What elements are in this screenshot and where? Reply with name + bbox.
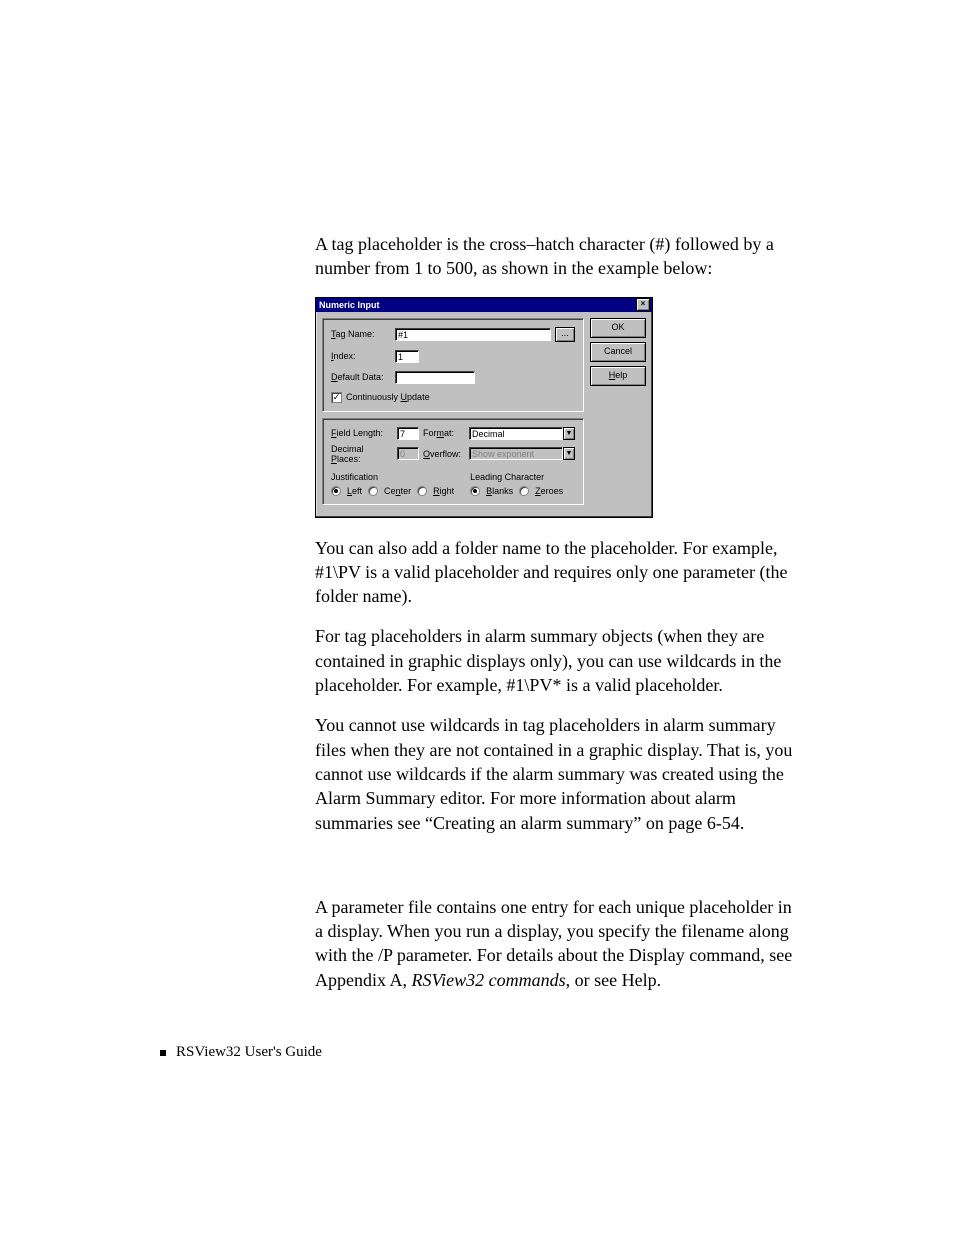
continuously-update-checkbox[interactable]: ✓ [331,392,342,403]
paragraph-4: You cannot use wildcards in tag placehol… [315,713,795,834]
field-length-field[interactable]: 7 [397,427,419,440]
para5-post: , or see Help. [566,970,661,990]
para5-italic: RSView32 commands [412,970,566,990]
page-footer: RSView32 User's Guide [160,1044,322,1061]
dialog-title: Numeric Input [319,300,380,310]
browse-button[interactable]: ... [555,327,575,342]
decimal-places-label: Decimal Places: [331,444,393,464]
ok-button[interactable]: OK [590,318,646,338]
paragraph-3: For tag placeholders in alarm summary ob… [315,624,795,697]
index-field[interactable]: 1 [395,350,419,363]
tag-name-label: Tag Name: [331,329,391,339]
titlebar: Numeric Input × [316,298,652,312]
help-button[interactable]: Help [590,366,646,386]
continuously-update-label: Continuously Update [346,392,430,402]
leading-zeroes-radio[interactable] [519,486,529,496]
paragraph-2: You can also add a folder name to the pl… [315,536,795,609]
overflow-label: Overflow: [423,449,465,459]
chevron-down-icon: ▼ [563,447,575,460]
numeric-input-dialog: Numeric Input × Tag Name: #1 ... Index: … [315,297,653,518]
justify-right-radio[interactable] [417,486,427,496]
paragraph-5: A parameter file contains one entry for … [315,895,795,992]
justify-left-label: Left [347,486,362,496]
leading-blanks-radio[interactable] [470,486,480,496]
leading-blanks-label: Blanks [486,486,513,496]
default-data-field[interactable] [395,371,475,384]
bottom-panel: Field Length: 7 Format: Decimal ▼ Decima… [322,418,584,505]
leading-zeroes-label: Zeroes [535,486,563,496]
index-label: Index: [331,351,391,361]
justify-center-label: Center [384,486,411,496]
overflow-select: Show exponent [469,447,563,460]
top-panel: Tag Name: #1 ... Index: 1 Default Data: … [322,318,584,412]
format-label: Format: [423,428,465,438]
justify-center-radio[interactable] [368,486,378,496]
justify-left-radio[interactable] [331,486,341,496]
decimal-places-field: 0 [397,447,419,460]
bullet-icon [160,1050,166,1056]
field-length-label: Field Length: [331,428,393,438]
footer-text: RSView32 User's Guide [176,1044,322,1061]
cancel-button[interactable]: Cancel [590,342,646,362]
justify-right-label: Right [433,486,454,496]
close-icon[interactable]: × [636,298,650,311]
chevron-down-icon[interactable]: ▼ [563,427,575,440]
justification-label: Justification [331,472,454,482]
leading-character-label: Leading Character [470,472,563,482]
tag-name-field[interactable]: #1 [395,328,551,341]
format-select[interactable]: Decimal [469,427,563,440]
intro-paragraph: A tag placeholder is the cross–hatch cha… [315,232,795,281]
default-data-label: Default Data: [331,372,391,382]
